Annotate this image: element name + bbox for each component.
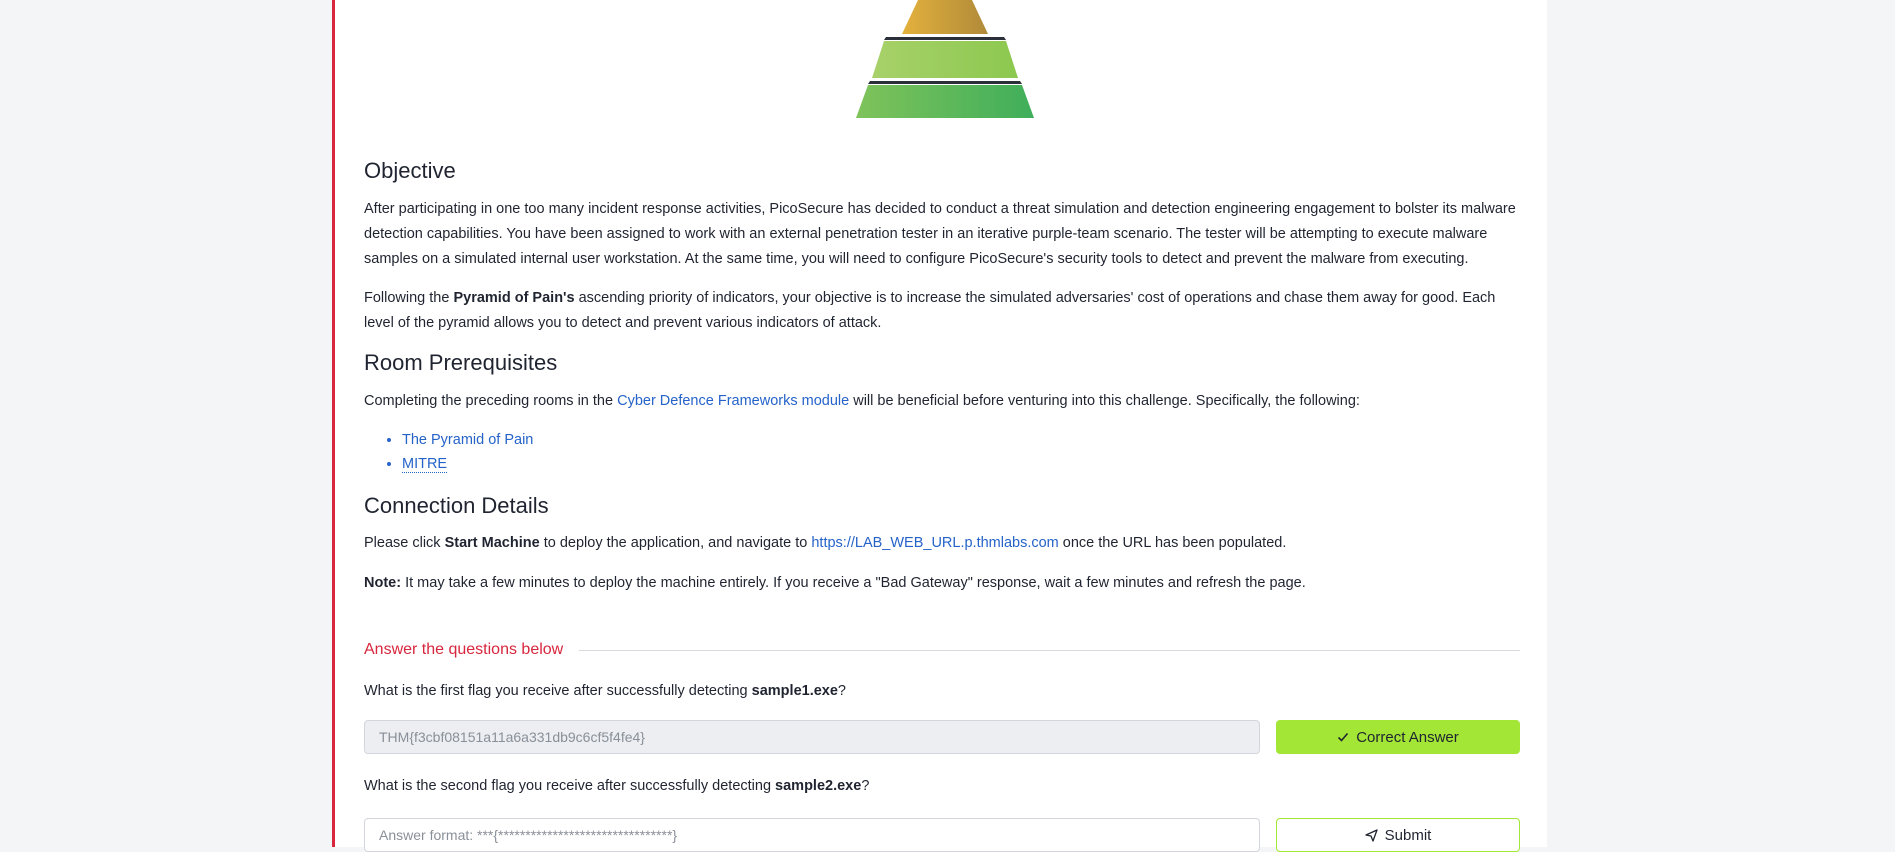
answer-field-1[interactable]: THM{f3cbf08151a11a6a331db9c6cf5f4fe4} <box>364 720 1260 754</box>
connection-paragraph: Please click Start Machine to deploy the… <box>364 535 1287 551</box>
note-paragraph: Note: It may take a few minutes to deplo… <box>364 575 1306 591</box>
pyramid-of-pain-bold: Pyramid of Pain's <box>453 290 575 306</box>
send-icon <box>1365 828 1378 842</box>
prerequisites-heading: Room Prerequisites <box>364 350 558 375</box>
pyramid-of-pain-image <box>840 0 1050 118</box>
objective-heading: Objective <box>364 158 456 183</box>
mitre-room-link[interactable]: MITRE <box>402 456 448 473</box>
objective-paragraph-1: After participating in one too many inci… <box>364 201 1516 267</box>
question-2: What is the second flag you receive afte… <box>364 778 870 794</box>
list-item: The Pyramid of Pain <box>402 428 533 452</box>
question-1: What is the first flag you receive after… <box>364 683 846 699</box>
connection-heading: Connection Details <box>364 493 549 518</box>
prerequisite-list: The Pyramid of Pain MITRE <box>364 428 533 476</box>
divider <box>579 649 1520 651</box>
panel-accent-border <box>332 0 335 847</box>
objective-paragraph-2: Following the Pyramid of Pain's ascendin… <box>364 290 1496 331</box>
lab-url-link[interactable]: https://LAB_WEB_URL.p.thmlabs.com <box>811 535 1058 551</box>
prerequisites-paragraph: Completing the preceding rooms in the Cy… <box>364 393 1360 409</box>
questions-title: Answer the questions below <box>364 641 564 658</box>
pyramid-of-pain-room-link[interactable]: The Pyramid of Pain <box>402 432 533 448</box>
questions-header: Answer the questions below <box>364 638 1520 662</box>
cyber-defence-module-link[interactable]: Cyber Defence Frameworks module <box>617 393 849 409</box>
check-icon <box>1338 732 1349 742</box>
list-item: MITRE <box>402 452 533 476</box>
correct-answer-button[interactable]: Correct Answer <box>1276 720 1520 754</box>
